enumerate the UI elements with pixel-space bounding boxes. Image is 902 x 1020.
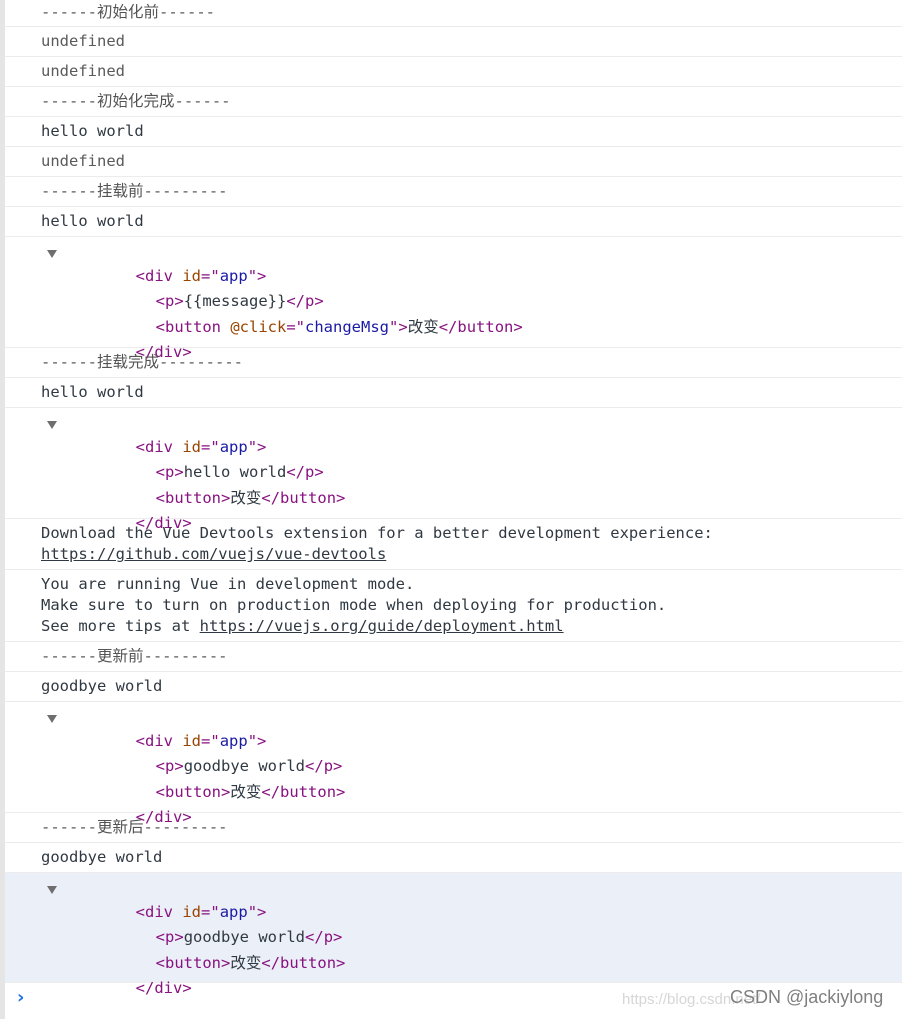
prompt-chevron-icon: ›: [17, 987, 25, 1008]
console-dom-tree: <div id="app"> <p>{{message}}</p> <butto…: [5, 237, 902, 361]
devtools-link[interactable]: https://github.com/vuejs/vue-devtools: [41, 545, 386, 563]
devmode-message: You are running Vue in development mode.…: [41, 574, 666, 637]
console-message: undefined: [5, 147, 902, 177]
console-dom-tree: <div id="app"> <p>goodbye world</p> <but…: [5, 702, 902, 826]
node-text: 改变: [230, 489, 262, 507]
log-text: goodbye world: [41, 848, 163, 866]
node-text: 改变: [230, 783, 262, 801]
log-text: hello world: [41, 212, 144, 230]
console-message: ------更新前---------: [5, 642, 902, 672]
log-text: undefined: [41, 152, 125, 170]
node-text: 改变: [407, 318, 439, 336]
log-text: ------初始化完成------: [41, 92, 231, 110]
console-message: undefined: [5, 27, 902, 57]
attr-value: changeMsg: [305, 318, 390, 336]
console-message-devtools: Download the Vue Devtools extension for …: [5, 519, 902, 570]
console-message: hello world: [5, 117, 902, 147]
console-message: ------初始化完成------: [5, 87, 902, 117]
log-text: ------更新前---------: [41, 647, 228, 665]
expand-triangle-icon[interactable]: [47, 715, 57, 723]
expand-triangle-icon[interactable]: [47, 421, 57, 429]
watermark-csdn: CSDN @jackiylong: [730, 987, 884, 1007]
log-text: ------初始化前------: [41, 3, 215, 21]
console-dom-tree-selected: <div id="app"> <p>goodbye world</p> <but…: [5, 873, 902, 997]
console-panel: ------初始化前------ undefined undefined ---…: [0, 0, 902, 1019]
console-message: ------初始化前------: [5, 0, 902, 27]
console-message: goodbye world: [5, 843, 902, 873]
tag-name: button: [280, 489, 337, 507]
log-text: undefined: [41, 32, 125, 50]
log-text: hello world: [41, 383, 144, 401]
console-message: hello world: [5, 378, 902, 408]
log-text: hello world: [41, 122, 144, 140]
devtools-message: Download the Vue Devtools extension for …: [41, 523, 713, 565]
tag-name: button: [280, 783, 337, 801]
log-text: ------更新后---------: [41, 818, 228, 836]
attr-name: @click: [230, 318, 287, 336]
devtools-line: Download the Vue Devtools extension for …: [41, 524, 713, 542]
console-message: undefined: [5, 57, 902, 87]
console-message: ------挂载完成---------: [5, 348, 902, 378]
tag-name: button: [457, 318, 514, 336]
console-message-devmode: You are running Vue in development mode.…: [5, 570, 902, 642]
expand-triangle-icon[interactable]: [47, 250, 57, 258]
console-dom-tree: <div id="app"> <p>hello world</p> <butto…: [5, 408, 902, 532]
log-text: goodbye world: [41, 677, 163, 695]
devmode-line-3-prefix: See more tips at: [41, 617, 200, 635]
expand-triangle-icon[interactable]: [47, 886, 57, 894]
deployment-link[interactable]: https://vuejs.org/guide/deployment.html: [200, 617, 564, 635]
console-message: ------更新后---------: [5, 813, 902, 843]
log-text: undefined: [41, 62, 125, 80]
node-text: 改变: [230, 954, 262, 972]
console-message: hello world: [5, 207, 902, 237]
tag-name: button: [280, 954, 337, 972]
log-text: ------挂载完成---------: [41, 353, 243, 371]
devmode-line-2: Make sure to turn on production mode whe…: [41, 596, 667, 614]
console-message: ------挂载前---------: [5, 177, 902, 207]
console-message: goodbye world: [5, 672, 902, 702]
log-text: ------挂载前---------: [41, 182, 228, 200]
devmode-line-1: You are running Vue in development mode.: [41, 575, 415, 593]
